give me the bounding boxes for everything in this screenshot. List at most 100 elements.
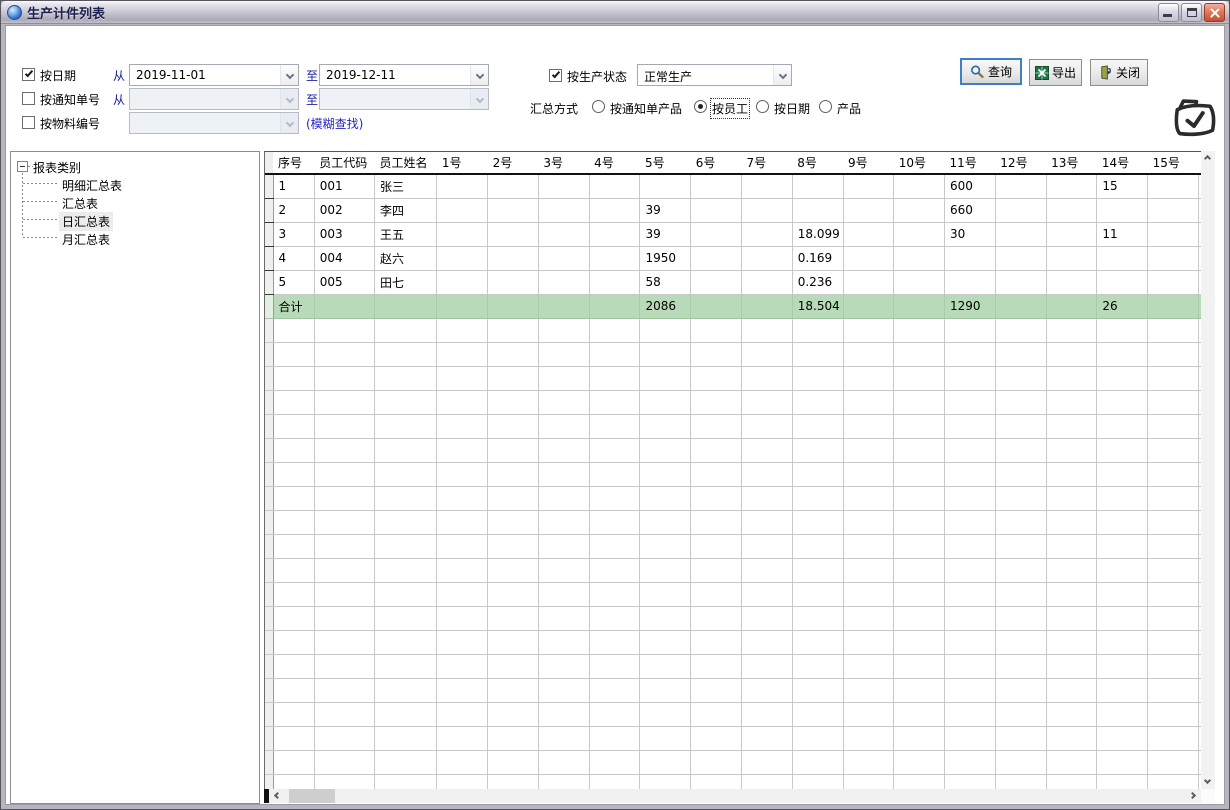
grid-cell[interactable] (691, 246, 742, 270)
grid-cell[interactable] (488, 174, 539, 198)
grid-cell[interactable] (843, 270, 894, 294)
grid-cell[interactable]: 田七 (375, 270, 437, 294)
grid-cell[interactable] (589, 198, 640, 222)
grid-cell[interactable] (843, 198, 894, 222)
grid-header-cell[interactable]: 序号 (273, 152, 314, 174)
grid-cell[interactable]: 600 (945, 174, 996, 198)
scroll-up-icon[interactable] (1201, 151, 1215, 165)
grid-cell[interactable]: 张三 (375, 174, 437, 198)
grid-header-cell[interactable]: 12号 (995, 152, 1046, 174)
grid-cell[interactable] (741, 246, 792, 270)
grid-cell[interactable] (843, 246, 894, 270)
grid-cell[interactable] (437, 174, 488, 198)
grid-cell[interactable] (1097, 246, 1148, 270)
grid-header-cell[interactable]: 4号 (589, 152, 640, 174)
combo-date-from[interactable]: 2019-11-01 (129, 64, 299, 86)
grid-cell[interactable] (741, 270, 792, 294)
minimize-button[interactable] (1158, 3, 1179, 22)
grid-cell[interactable] (589, 246, 640, 270)
grid-cell[interactable] (437, 198, 488, 222)
grid-cell[interactable] (437, 246, 488, 270)
grid-cell[interactable] (488, 198, 539, 222)
grid-cell[interactable] (488, 246, 539, 270)
grid-cell[interactable] (945, 270, 996, 294)
tree-item-daily-summary[interactable]: 日汇总表 (59, 212, 113, 231)
tree-root-label[interactable]: 报表类别 (33, 159, 81, 176)
grid-cell[interactable] (691, 222, 742, 246)
grid-header-cell[interactable]: 8号 (792, 152, 843, 174)
grid-cell[interactable]: 赵六 (375, 246, 437, 270)
grid-cell[interactable] (538, 222, 589, 246)
grid-cell[interactable] (589, 270, 640, 294)
radio-label-by-product[interactable]: 产品 (837, 100, 861, 117)
radio-by-employee[interactable] (694, 100, 707, 113)
scroll-left-icon[interactable] (270, 789, 284, 803)
grid-header-cell[interactable]: 2号 (488, 152, 539, 174)
tree-item-summary[interactable]: 汇总表 (59, 194, 101, 213)
radio-label-by-employee[interactable]: 按员工 (712, 100, 748, 117)
scroll-down-icon[interactable] (1201, 775, 1215, 789)
grid-cell[interactable] (1148, 222, 1199, 246)
grid-cell[interactable]: 18.099 (792, 222, 843, 246)
grid-cell[interactable] (1148, 246, 1199, 270)
grid-cell[interactable]: 0.169 (792, 246, 843, 270)
grid-cell[interactable] (437, 270, 488, 294)
grid-cell[interactable] (995, 174, 1046, 198)
checkbox-by-notice[interactable] (22, 92, 35, 105)
grid-cell[interactable] (741, 174, 792, 198)
grid-header-cell[interactable]: 9号 (843, 152, 894, 174)
grid-cell[interactable]: 005 (314, 270, 374, 294)
tree-item-detail-summary[interactable]: 明细汇总表 (59, 176, 125, 195)
radio-by-notice-product[interactable] (592, 100, 605, 113)
close-form-button[interactable]: 关闭 (1090, 59, 1148, 86)
grid-cell[interactable]: 0.236 (792, 270, 843, 294)
grid-header-cell[interactable]: 员工代码 (314, 152, 374, 174)
radio-by-product[interactable] (819, 100, 832, 113)
close-button[interactable] (1204, 3, 1225, 22)
grid-cell[interactable]: 004 (314, 246, 374, 270)
grid-cell[interactable] (1097, 198, 1148, 222)
grid-cell[interactable]: 3 (273, 222, 314, 246)
radio-label-by-notice-product[interactable]: 按通知单产品 (610, 100, 682, 117)
grid-cell[interactable] (538, 198, 589, 222)
checkbox-by-status[interactable] (549, 69, 562, 82)
grid-cell[interactable]: 1950 (640, 246, 691, 270)
grid-cell[interactable] (691, 198, 742, 222)
grid-header-cell[interactable]: 3号 (538, 152, 589, 174)
grid-cell[interactable] (792, 174, 843, 198)
grid-cell[interactable]: 30 (945, 222, 996, 246)
grid-cell[interactable]: 1 (273, 174, 314, 198)
grid-cell[interactable]: 4 (273, 246, 314, 270)
grid-cell[interactable] (589, 222, 640, 246)
grid-header-cell[interactable]: 5号 (640, 152, 691, 174)
grid-cell[interactable] (488, 270, 539, 294)
grid-cell[interactable] (995, 270, 1046, 294)
horizontal-scroll-thumb[interactable] (289, 789, 335, 803)
grid-cell[interactable] (843, 174, 894, 198)
grid-cell[interactable] (894, 222, 945, 246)
grid-cell[interactable] (538, 270, 589, 294)
grid-cell[interactable]: 39 (640, 222, 691, 246)
query-button[interactable]: 查询 (960, 58, 1022, 85)
grid-cell[interactable] (1046, 246, 1097, 270)
grid-cell[interactable] (843, 222, 894, 246)
grid-cell[interactable]: 5 (273, 270, 314, 294)
grid-cell[interactable] (691, 174, 742, 198)
grid-header-cell[interactable]: 13号 (1046, 152, 1097, 174)
grid-cell[interactable] (1097, 270, 1148, 294)
grid-cell[interactable]: 58 (640, 270, 691, 294)
grid-cell[interactable] (589, 174, 640, 198)
grid-cell[interactable] (894, 198, 945, 222)
grid-cell[interactable] (741, 198, 792, 222)
grid-cell[interactable] (1148, 174, 1199, 198)
grid-header-cell[interactable]: 7号 (741, 152, 792, 174)
grid-cell[interactable] (1046, 222, 1097, 246)
grid-cell[interactable]: 王五 (375, 222, 437, 246)
tree-collapse-icon[interactable] (17, 161, 28, 172)
chevron-down-icon[interactable] (470, 65, 488, 85)
grid-cell[interactable] (995, 222, 1046, 246)
grid-cell[interactable] (1046, 198, 1097, 222)
grid-cell[interactable] (894, 270, 945, 294)
grid-cell[interactable] (792, 198, 843, 222)
grid-cell[interactable]: 660 (945, 198, 996, 222)
